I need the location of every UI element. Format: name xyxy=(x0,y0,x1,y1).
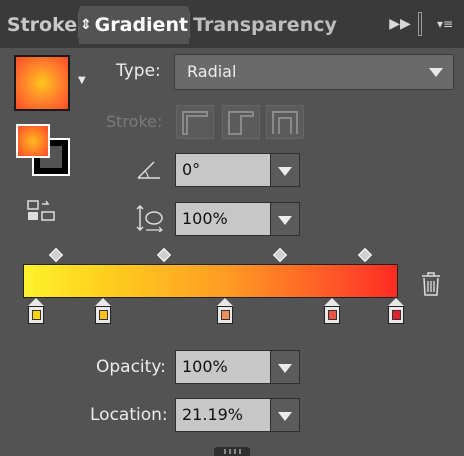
aspect-ratio-dropdown-button[interactable] xyxy=(270,202,300,236)
tab-gradient-label: Gradient xyxy=(94,14,189,36)
stroke-within-icon xyxy=(182,111,208,135)
reverse-gradient-icon[interactable] xyxy=(26,199,58,223)
chevron-down-icon xyxy=(278,216,292,225)
fill-swatch[interactable] xyxy=(16,124,50,158)
trash-icon[interactable] xyxy=(420,271,442,297)
angle-dropdown-button[interactable] xyxy=(270,153,300,187)
chevron-down-icon xyxy=(429,68,443,77)
location-input[interactable]: 21.19% xyxy=(175,398,271,432)
angle-icon xyxy=(137,161,160,179)
opacity-value: 100% xyxy=(182,357,228,376)
gradient-type-value: Radial xyxy=(187,62,237,81)
stop-color-swatch xyxy=(221,310,230,320)
midpoint-diamond[interactable] xyxy=(156,247,172,263)
opacity-label: Opacity: xyxy=(96,357,166,377)
gradient-stop[interactable] xyxy=(324,298,340,326)
stroke-along-button[interactable] xyxy=(222,105,260,139)
aspect-ratio-value: 100% xyxy=(182,209,228,228)
location-dropdown-button[interactable] xyxy=(270,398,300,432)
gradient-presets-dropdown-icon[interactable]: ▼ xyxy=(78,75,92,86)
chevron-down-icon xyxy=(278,364,292,373)
location-value: 21.19% xyxy=(182,405,244,424)
midpoint-diamond[interactable] xyxy=(272,247,288,263)
stop-color-swatch xyxy=(328,310,337,320)
opacity-input[interactable]: 100% xyxy=(175,350,271,384)
midpoint-diamond[interactable] xyxy=(48,247,64,263)
gradient-thumbnail[interactable] xyxy=(14,55,70,111)
stroke-within-button[interactable] xyxy=(176,105,214,139)
gradient-stop[interactable] xyxy=(95,298,111,326)
stroke-across-icon xyxy=(272,111,298,134)
collapse-panel-icon[interactable]: ▶▶ xyxy=(388,12,412,36)
tab-transparency[interactable]: Transparency xyxy=(190,6,340,44)
updown-icon: ⇕ xyxy=(79,17,92,33)
gradient-panel: Stroke ⇕ Gradient Transparency ▶▶ ▾≡ ▼ T… xyxy=(0,0,464,456)
panel-separator-icon xyxy=(418,12,422,36)
chevron-down-icon xyxy=(278,167,292,176)
angle-value: 0° xyxy=(182,160,201,179)
stop-color-swatch xyxy=(99,310,108,320)
gradient-stop[interactable] xyxy=(388,298,404,326)
location-label: Location: xyxy=(90,405,168,425)
stop-color-swatch xyxy=(32,310,41,320)
angle-input[interactable]: 0° xyxy=(175,153,271,187)
gradient-slider[interactable] xyxy=(23,264,398,298)
resize-grip[interactable] xyxy=(214,447,250,456)
opacity-dropdown-button[interactable] xyxy=(270,350,300,384)
aspect-ratio-icon xyxy=(136,204,163,232)
gradient-type-select[interactable]: Radial xyxy=(174,54,454,90)
type-label: Type: xyxy=(116,61,161,81)
aspect-ratio-input[interactable]: 100% xyxy=(175,202,271,236)
tab-stroke[interactable]: Stroke xyxy=(6,6,78,44)
stroke-label: Stroke: xyxy=(106,112,163,131)
stroke-along-icon xyxy=(228,111,254,135)
tab-strip: Stroke ⇕ Gradient Transparency ▶▶ ▾≡ xyxy=(0,0,464,48)
stop-color-swatch xyxy=(392,310,401,320)
gradient-stop[interactable] xyxy=(28,298,44,326)
gradient-stop[interactable] xyxy=(217,298,233,326)
midpoint-diamond[interactable] xyxy=(357,247,373,263)
panel-menu-icon[interactable]: ▾≡ xyxy=(430,12,460,36)
chevron-down-icon xyxy=(278,412,292,421)
tab-gradient[interactable]: ⇕ Gradient xyxy=(79,6,189,44)
stroke-across-button[interactable] xyxy=(266,105,304,139)
